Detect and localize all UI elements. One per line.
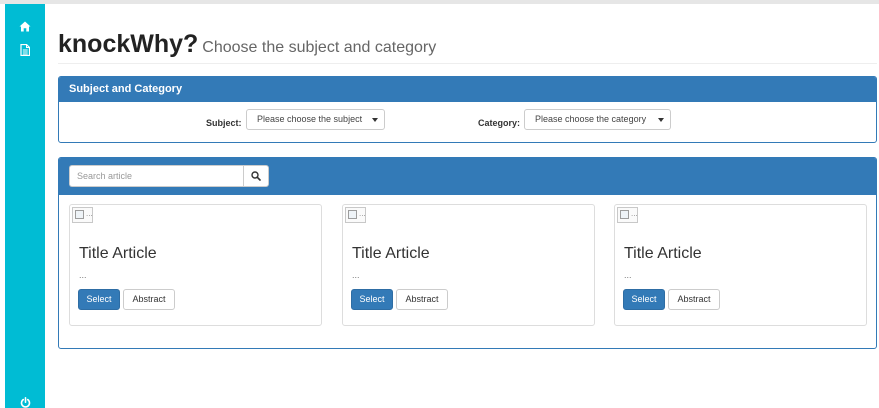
subject-category-panel: Subject and Category Subject: Please cho… [58,76,877,143]
page-header: knockWhy? Choose the subject and category [58,30,877,64]
power-icon [20,396,30,408]
article-title: Title Article [352,245,430,262]
broken-image-icon [75,210,84,219]
article-title: Title Article [79,245,157,262]
subject-select-value: Please choose the subject [257,114,363,124]
top-border [0,0,879,4]
broken-image-icon [620,210,629,219]
article-card: ... Title Article ... Select Abstract [69,204,322,326]
abstract-button[interactable]: Abstract [396,289,448,310]
category-label: Category: [478,118,521,128]
document-icon [20,44,30,56]
article-card: ... Title Article ... Select Abstract [342,204,595,326]
search-input[interactable] [69,165,244,187]
subject-label: Subject: [206,118,242,128]
abstract-button[interactable]: Abstract [123,289,175,310]
caret-down-icon [658,118,664,122]
article-image: ... [345,207,366,223]
sidebar-item-home[interactable] [5,16,45,36]
article-description: ... [79,270,87,280]
sidebar [5,4,45,408]
broken-image-icon [348,210,357,219]
home-icon [19,21,31,31]
image-alt-text: ... [631,209,638,218]
abstract-button[interactable]: Abstract [668,289,720,310]
page-title: knockWhy? [58,30,199,58]
article-title: Title Article [624,245,702,262]
image-alt-text: ... [359,209,366,218]
select-button[interactable]: Select [623,289,665,310]
article-image: ... [72,207,93,223]
category-select-value: Please choose the category [535,114,647,124]
subject-select[interactable]: Please choose the subject [246,109,385,130]
search-icon [251,171,261,181]
select-button[interactable]: Select [351,289,393,310]
select-button[interactable]: Select [78,289,120,310]
sidebar-item-documents[interactable] [5,40,45,60]
article-image: ... [617,207,638,223]
image-alt-text: ... [86,209,93,218]
panel-heading: Subject and Category [59,77,876,102]
article-description: ... [624,270,632,280]
articles-panel-heading [59,158,876,195]
logout-button[interactable] [5,392,45,408]
caret-down-icon [372,118,378,122]
article-description: ... [352,270,360,280]
search-button[interactable] [243,165,269,187]
page-subtitle: Choose the subject and category [202,39,437,56]
category-select[interactable]: Please choose the category [524,109,671,130]
articles-panel: ... Title Article ... Select Abstract ..… [58,157,877,349]
article-card: ... Title Article ... Select Abstract [614,204,867,326]
filters-row: Subject: Please choose the subject Categ… [59,102,876,142]
